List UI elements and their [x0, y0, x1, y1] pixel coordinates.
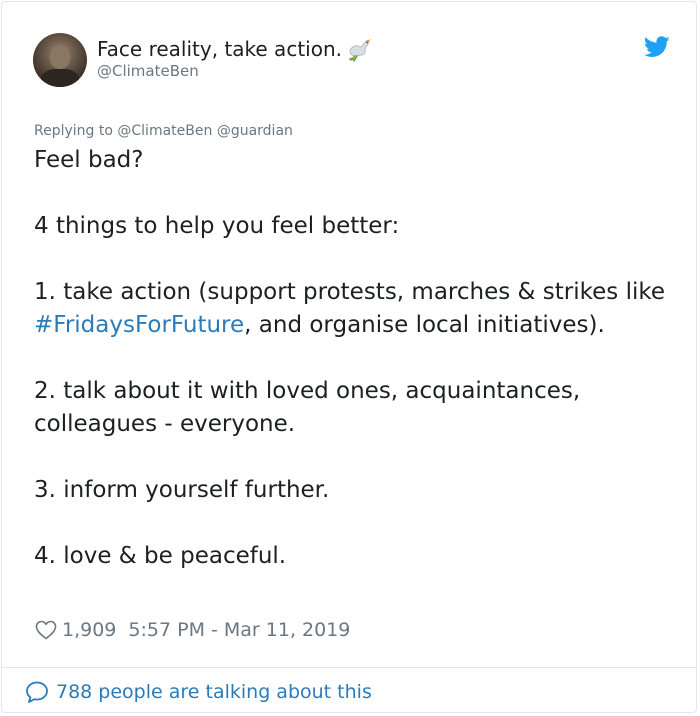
- replying-to-label: Replying to: [34, 123, 118, 139]
- dove-icon: [348, 39, 371, 62]
- tweet-paragraph: 2. talk about it with loved ones, acquai…: [34, 378, 581, 437]
- like-count[interactable]: 1,909: [62, 617, 116, 643]
- display-name[interactable]: Face reality, take action.: [97, 36, 374, 62]
- twitter-bird-icon[interactable]: [644, 36, 670, 58]
- conversation-count-text: 788 people are talking about this: [56, 681, 372, 703]
- tweet-paragraph: 4. love & be peaceful.: [34, 543, 287, 569]
- avatar[interactable]: [33, 33, 87, 87]
- tweet-paragraph: 4 things to help you feel better:: [34, 213, 400, 239]
- heart-icon[interactable]: [34, 618, 58, 642]
- embedded-tweet-card: Face reality, take action. @ClimateBen R…: [1, 1, 697, 713]
- reply-mention-1[interactable]: @ClimateBen: [117, 123, 212, 139]
- speech-bubble-icon: [26, 681, 48, 703]
- tweet-paragraph: 1. take action (support protests, marche…: [34, 276, 674, 342]
- divider: [2, 667, 696, 668]
- display-name-text: Face reality, take action.: [97, 37, 342, 61]
- reply-mention-2[interactable]: @guardian: [217, 123, 293, 139]
- avatar-body: [41, 69, 79, 87]
- tweet-text-segment: 1. take action (support protests, marche…: [34, 279, 666, 305]
- tweet-timestamp[interactable]: 5:57 PM - Mar 11, 2019: [128, 617, 350, 643]
- tweet-paragraph: 3. inform yourself further.: [34, 477, 330, 503]
- tweet-text: Feel bad? 4 things to help you feel bett…: [34, 144, 674, 573]
- tweet-paragraph: Feel bad?: [34, 147, 144, 173]
- conversation-link[interactable]: 788 people are talking about this: [24, 679, 372, 705]
- replying-to-line: Replying to @ClimateBen @guardian: [34, 122, 293, 140]
- user-handle[interactable]: @ClimateBen: [97, 62, 199, 80]
- tweet-text-segment: , and organise local initiatives).: [244, 312, 605, 338]
- avatar-face: [50, 45, 70, 69]
- hashtag-link[interactable]: #FridaysForFuture: [34, 312, 244, 338]
- tweet-meta: 1,909 5:57 PM - Mar 11, 2019: [34, 617, 350, 643]
